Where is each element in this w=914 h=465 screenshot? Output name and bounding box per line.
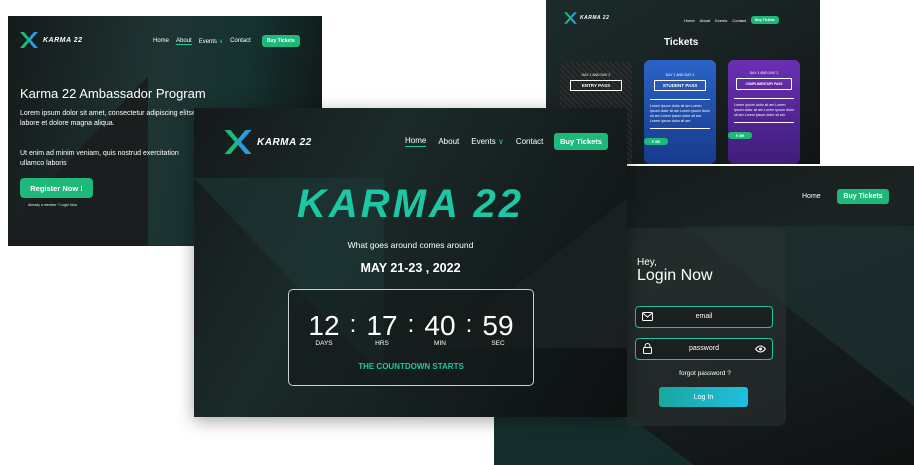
ticket-days: DAY 1 AND DAY 2 xyxy=(749,71,779,75)
ticket-description: Lorem ipsum dolor sit am Lorem ipsum dol… xyxy=(650,104,710,123)
brand-name: KARMA 22 xyxy=(580,15,610,21)
tickets-heading: Tickets xyxy=(664,37,699,48)
main-nav: Home About Events ∨ Contact xyxy=(405,136,543,147)
event-dates: MAY 21-23 , 2022 xyxy=(360,261,461,275)
ticket-card-complimentary[interactable]: DAY 1 AND DAY 2 COMPLIMENTARY PASS Lorem… xyxy=(728,60,800,164)
login-card: Hey, Login Now email password forgot pas… xyxy=(624,228,786,426)
logo-mark-icon xyxy=(224,130,252,154)
login-title: Login Now xyxy=(637,267,713,284)
main-nav: Home About Events Contact Buy Tickets xyxy=(684,16,779,24)
countdown-seconds: 59 SEC xyxy=(482,310,514,348)
countdown-box: 12 DAYS : 17 HRS : 40 MIN : 59 SEC THE C… xyxy=(288,289,534,386)
brand-name: KARMA 22 xyxy=(257,136,312,148)
login-link[interactable]: Already a member ? Login Now xyxy=(28,203,77,207)
countdown-label: THE COUNTDOWN STARTS xyxy=(358,362,464,371)
ticket-card-student[interactable]: DAY 1 AND DAY 2 STUDENT PASS Lorem ipsum… xyxy=(644,60,716,164)
register-button[interactable]: Register Now ! xyxy=(20,178,93,198)
nav-home[interactable]: Home xyxy=(684,18,695,23)
countdown-minutes: 40 MIN xyxy=(424,310,456,348)
ticket-name: STUDENT PASS xyxy=(654,80,706,91)
ticket-days: DAY 1 AND DAY 2 xyxy=(581,73,611,77)
brand-name: KARMA 22 xyxy=(43,36,83,44)
ticket-price-button[interactable]: ₹ 499 xyxy=(644,138,668,145)
ticket-price-button[interactable]: ₹ 499 xyxy=(728,132,752,139)
buy-tickets-button[interactable]: Buy Tickets xyxy=(554,133,608,150)
countdown-timer: 12 DAYS : 17 HRS : 40 MIN : 59 SEC xyxy=(289,310,533,348)
nav-home[interactable]: Home xyxy=(802,193,821,200)
password-field[interactable]: password xyxy=(635,338,773,360)
ticket-description: Lorem ipsum dolor sit am Lorem ipsum dol… xyxy=(734,103,794,117)
countdown-separator: : xyxy=(349,311,357,338)
password-placeholder: password xyxy=(689,345,719,352)
email-field[interactable]: email xyxy=(635,306,773,328)
brand-logo[interactable]: KARMA 22 xyxy=(224,130,312,154)
hero-brand-title: KARMA 22 xyxy=(297,182,524,226)
countdown-separator: : xyxy=(407,311,415,338)
buy-tickets-button[interactable]: Buy Tickets xyxy=(261,35,300,47)
nav-about[interactable]: About xyxy=(700,18,710,23)
countdown-separator: : xyxy=(465,311,473,338)
main-nav: Home About Events ∨ Contact Buy Tickets xyxy=(153,35,300,47)
nav-home[interactable]: Home xyxy=(153,38,169,44)
eye-icon[interactable] xyxy=(755,345,766,353)
forgot-password-link[interactable]: forgot password ? xyxy=(624,370,786,377)
nav-events[interactable]: Events xyxy=(715,18,727,23)
login-submit-button[interactable]: Log In xyxy=(659,387,748,407)
nav-contact[interactable]: Contact xyxy=(516,137,544,146)
home-page-screenshot: KARMA 22 Home About Events ∨ Contact Buy… xyxy=(194,108,627,417)
divider xyxy=(734,98,794,99)
chevron-down-icon: ∨ xyxy=(497,137,504,146)
buy-tickets-button[interactable]: Buy Tickets xyxy=(751,16,779,24)
nav-about[interactable]: About xyxy=(176,38,192,45)
nav-contact[interactable]: Contact xyxy=(732,18,746,23)
divider xyxy=(650,99,710,100)
hero-tagline: What goes around comes around xyxy=(347,240,474,250)
nav-home[interactable]: Home xyxy=(405,136,427,147)
divider xyxy=(650,128,710,129)
ticket-name: COMPLIMENTARY PASS xyxy=(736,78,792,90)
brand-logo[interactable]: KARMA 22 xyxy=(20,32,83,48)
chevron-down-icon: ∨ xyxy=(218,38,224,45)
buy-tickets-button[interactable]: Buy Tickets xyxy=(837,189,889,204)
secondary-paragraph: Ut enim ad minim veniam, quis nostrud ex… xyxy=(20,150,179,167)
nav-events[interactable]: Events ∨ xyxy=(199,38,223,45)
logo-mark-icon xyxy=(564,12,577,24)
brand-logo[interactable]: KARMA 22 xyxy=(564,12,609,24)
nav-events[interactable]: Events ∨ xyxy=(471,137,504,146)
countdown-days: 12 DAYS xyxy=(308,310,340,348)
ticket-days: DAY 1 AND DAY 2 xyxy=(665,73,695,77)
countdown-hours: 17 HRS xyxy=(366,310,398,348)
nav-about[interactable]: About xyxy=(438,137,459,146)
page-title: Karma 22 Ambassador Program xyxy=(20,86,206,101)
ticket-name: ENTRY PASS xyxy=(570,80,622,91)
email-placeholder: email xyxy=(695,313,713,320)
divider xyxy=(734,122,794,123)
logo-mark-icon xyxy=(20,32,38,48)
nav-contact[interactable]: Contact xyxy=(230,38,251,44)
